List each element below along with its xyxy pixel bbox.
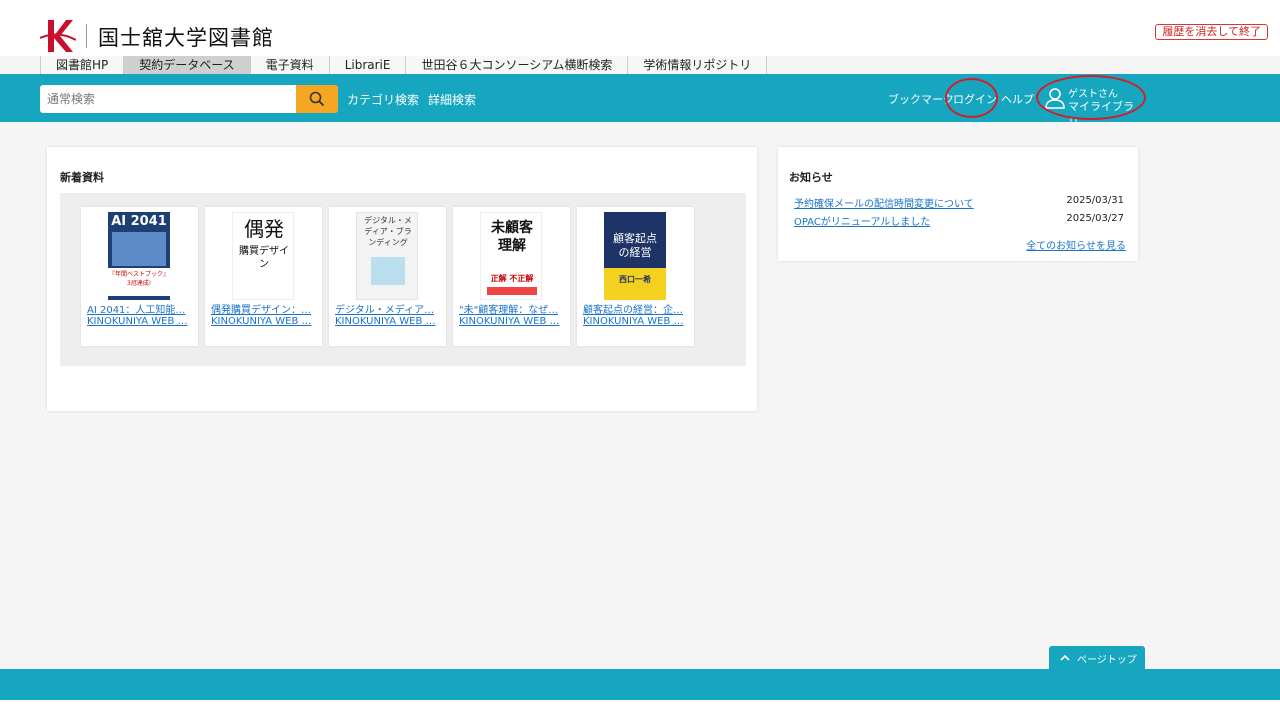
search-button[interactable]: [296, 85, 338, 113]
book-source-link[interactable]: KINOKUNIYA WEB …: [87, 316, 193, 327]
news-item-link[interactable]: 予約確保メールの配信時間変更について: [794, 195, 974, 210]
cover-subtitle: 購買デザイン: [239, 246, 289, 270]
book-title-link[interactable]: "未"顧客理解：なぜ…: [459, 301, 565, 316]
news-panel: お知らせ 予約確保メールの配信時間変更について 2025/03/31 OPACが…: [778, 147, 1138, 261]
tab-setagaya-consortium[interactable]: 世田谷６大コンソーシアム横断検索: [406, 56, 629, 74]
clear-history-button[interactable]: 履歴を消去して終了: [1155, 24, 1268, 40]
cover-art: [487, 287, 537, 295]
help-link[interactable]: ヘルプ: [1001, 91, 1034, 107]
cover-subtitle: 西口一希: [619, 275, 651, 284]
book-source-link[interactable]: KINOKUNIYA WEB …: [583, 316, 689, 327]
site-tabs: 図書館HP 契約データベース 電子資料 LibrariE 世田谷６大コンソーシア…: [40, 56, 768, 74]
site-header: 国士舘大学図書館 履歴を消去して終了: [0, 0, 1280, 56]
book-card[interactable]: デジタル・メディア・ブランディング デジタル・メディア… KINOKUNIYA …: [329, 207, 446, 346]
book-card[interactable]: 未顧客理解 正解 不正解 "未"顧客理解：なぜ… KINOKUNIYA WEB …: [453, 207, 570, 346]
book-card[interactable]: 偶発 購買デザイン 偶発購買デザイン：… KINOKUNIYA WEB …: [205, 207, 322, 346]
chevron-up-icon: [1060, 654, 1070, 661]
cover-art: [371, 257, 405, 285]
book-source-link[interactable]: KINOKUNIYA WEB …: [459, 316, 565, 327]
book-card[interactable]: 顧客起点の経営 西口一希 顧客起点の経営：企… KINOKUNIYA WEB …: [577, 207, 694, 346]
news-item-date: 2025/03/27: [1066, 213, 1124, 224]
page-top-button[interactable]: ページトップ: [1049, 646, 1145, 670]
list-item: OPACがリニューアルしました 2025/03/27: [794, 213, 1124, 228]
book-title-link[interactable]: AI 2041：人工知能…: [87, 301, 193, 316]
site-footer: [0, 669, 1280, 700]
cover-title: AI 2041: [111, 214, 167, 229]
logo-separator: [86, 24, 87, 48]
page-top-label: ページトップ: [1077, 655, 1137, 666]
list-item: 予約確保メールの配信時間変更について 2025/03/31: [794, 195, 1124, 210]
book-source-link[interactable]: KINOKUNIYA WEB …: [335, 316, 441, 327]
cover-title: デジタル・メディア・ブランディング: [364, 216, 412, 247]
tab-repository[interactable]: 学術情報リポジトリ: [628, 56, 768, 74]
new-items-title: 新着資料: [60, 171, 104, 184]
cover-title: 偶発: [244, 217, 284, 241]
library-name[interactable]: 国士舘大学図書館: [98, 22, 274, 52]
tab-library-hp[interactable]: 図書館HP: [40, 56, 125, 74]
book-title-link[interactable]: デジタル・メディア…: [335, 301, 441, 316]
book-title-link[interactable]: 顧客起点の経営：企…: [583, 301, 689, 316]
new-items-shelf: AI 2041 『年間ベストブック』3冠達成! AI 2041：人工知能… KI…: [60, 193, 746, 366]
new-items-panel: 新着資料 AI 2041 『年間ベストブック』3冠達成! AI 2041：人工知…: [47, 147, 757, 411]
footer-bottom-strip: [0, 700, 1280, 720]
cover-subtitle: 『年間ベストブック』3冠達成!: [108, 268, 170, 296]
search-icon: [309, 91, 325, 107]
book-cover[interactable]: デジタル・メディア・ブランディング: [356, 212, 418, 300]
book-cover[interactable]: AI 2041 『年間ベストブック』3冠達成!: [108, 212, 170, 300]
category-search-link[interactable]: カテゴリ検索: [347, 91, 419, 108]
see-all-news-link[interactable]: 全てのお知らせを見る: [1026, 237, 1126, 252]
news-item-date: 2025/03/31: [1066, 195, 1124, 206]
book-title-link[interactable]: 偶発購買デザイン：…: [211, 301, 317, 316]
login-highlight-circle: [945, 78, 998, 118]
news-title: お知らせ: [789, 171, 833, 184]
cover-art: [112, 232, 166, 266]
cover-title: 未顧客理解: [491, 220, 533, 254]
tab-databases[interactable]: 契約データベース: [124, 56, 251, 74]
advanced-search-link[interactable]: 詳細検索: [428, 91, 476, 108]
book-cover[interactable]: 偶発 購買デザイン: [232, 212, 294, 300]
book-source-link[interactable]: KINOKUNIYA WEB …: [211, 316, 317, 327]
book-cover[interactable]: 未顧客理解 正解 不正解: [480, 212, 542, 300]
cover-subtitle: 正解 不正解: [490, 274, 534, 283]
kokushikan-logo-icon[interactable]: [39, 16, 77, 56]
book-cover[interactable]: 顧客起点の経営 西口一希: [604, 212, 666, 300]
mylibrary-highlight-circle: [1036, 75, 1146, 120]
tab-electronic[interactable]: 電子資料: [250, 56, 330, 74]
search-input[interactable]: [40, 85, 296, 113]
book-card[interactable]: AI 2041 『年間ベストブック』3冠達成! AI 2041：人工知能… KI…: [81, 207, 198, 346]
news-item-link[interactable]: OPACがリニューアルしました: [794, 213, 930, 228]
tab-librarie[interactable]: LibrariE: [329, 56, 407, 74]
cover-title: 顧客起点の経営: [613, 232, 657, 259]
